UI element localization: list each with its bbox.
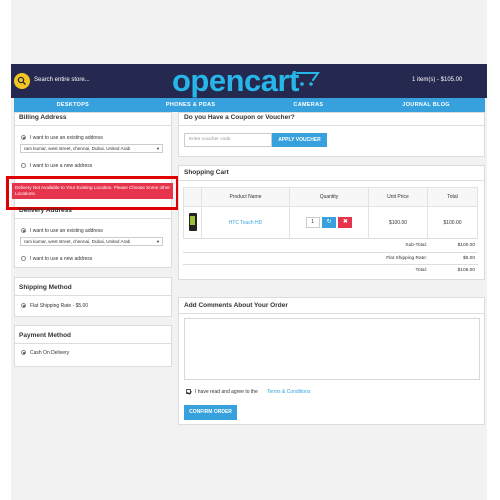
comments-textarea[interactable] [184,318,480,380]
update-quantity-button[interactable]: ↻ [322,217,336,228]
nav-item-phones[interactable]: PHONES & PDAS [132,98,250,112]
divider [183,238,478,239]
billing-address-select[interactable]: ram kumar, west street, chennai, Dubai, … [20,144,163,153]
divider [14,218,172,219]
payment-method-title: Payment Method [19,332,72,339]
terms-link[interactable]: Terms & Conditions [267,389,310,395]
divider [14,343,172,344]
apply-voucher-button[interactable]: APPLY VOUCHER [272,133,327,147]
cart-summary-button[interactable]: 1 item(s) - $105.00 [412,77,462,83]
search-input[interactable]: Search entire store... [34,77,90,83]
delivery-new-label: I want to use a new address [30,256,93,262]
payment-cod-radio[interactable] [21,350,26,355]
cart-table: Product Name Quantity Unit Price Total H… [183,187,478,239]
chevron-down-icon: ▼ [156,146,160,151]
divider [183,264,478,265]
column-header-unit-price: Unit Price [368,187,428,207]
column-header-quantity: Quantity [289,187,369,207]
logo-cart-icon [296,72,320,86]
coupon-title: Do you Have a Coupon or Voucher? [184,114,295,121]
billing-new-label: I want to use a new address [30,163,93,169]
divider [178,313,485,314]
product-link[interactable]: HTC Touch HD [229,220,263,226]
line-total-cell: $100.00 [427,206,478,239]
column-header-total: Total [427,187,478,207]
shipping-flat-label: Flat Shipping Rate - $5.00 [30,303,89,309]
close-icon: ✖ [342,219,348,225]
shipping-rate-label: Flat Shipping Rate: [386,256,427,261]
quantity-input[interactable]: 1 [305,217,320,228]
chevron-down-icon: ▼ [156,239,160,244]
billing-new-radio[interactable] [21,163,26,168]
shopping-cart-title: Shopping Cart [184,169,229,176]
product-thumbnail[interactable] [188,212,197,231]
divider [14,125,172,126]
table-row: HTC Touch HD 1 ↻ ✖ $100.00 $100.00 [183,206,478,239]
subtotal-label: Sub-Total: [405,243,427,248]
refresh-icon: ↻ [326,219,332,225]
payment-cod-label: Cash On Delivery [30,350,70,356]
delivery-address-select[interactable]: ram kumar, west street, chennai, Dubai, … [20,237,163,246]
nav-item-cameras[interactable]: CAMERAS [250,98,368,112]
comments-title: Add Comments About Your Order [184,302,288,309]
shipping-rate-value: $5.00 [462,256,475,261]
divider [14,295,172,296]
billing-address-value: ram kumar, west street, chennai, Dubai, … [24,146,131,151]
product-name-cell: HTC Touch HD [201,206,290,239]
delivery-new-radio[interactable] [21,256,26,261]
divider [183,252,478,253]
search-icon [17,76,26,85]
unit-price-cell: $100.00 [368,206,428,239]
main-nav: DESKTOPS PHONES & PDAS CAMERAS JOURNAL B… [14,98,485,112]
total-label: Total: [415,268,427,273]
delivery-existing-radio[interactable] [21,228,26,233]
total-value: $105.00 [457,268,475,273]
delivery-existing-label: I want to use an existing address [30,228,103,234]
shipping-flat-radio[interactable] [21,303,26,308]
delivery-title: Delivery Address [19,207,72,214]
remove-item-button[interactable]: ✖ [338,217,353,228]
search-button[interactable] [14,73,30,89]
column-header-product: Product Name [201,187,290,207]
delivery-address-value: ram kumar, west street, chennai, Dubai, … [24,239,131,244]
shipping-method-title: Shipping Method [19,284,72,291]
billing-existing-label: I want to use an existing address [30,135,103,141]
terms-label: I have read and agree to the [195,389,258,395]
cart-header-row: Product Name Quantity Unit Price Total [183,187,478,207]
product-image-cell [183,206,202,239]
divider [178,125,485,126]
terms-checkbox[interactable] [186,389,191,394]
billing-existing-radio[interactable] [21,135,26,140]
divider [178,180,485,181]
voucher-input[interactable]: Enter voucher code [184,133,272,147]
confirm-order-button[interactable]: CONFIRM ORDER [184,405,237,420]
nav-item-journal-blog[interactable]: JOURNAL BLOG [367,98,485,112]
nav-item-desktops[interactable]: DESKTOPS [14,98,132,112]
error-highlight-box [6,176,179,210]
billing-title: Billing Address [19,114,67,121]
image-column-header [183,187,202,207]
shipping-method-panel [14,277,172,317]
quantity-cell: 1 ↻ ✖ [289,206,369,239]
subtotal-value: $100.00 [457,243,475,248]
logo[interactable]: opencart [172,63,299,99]
